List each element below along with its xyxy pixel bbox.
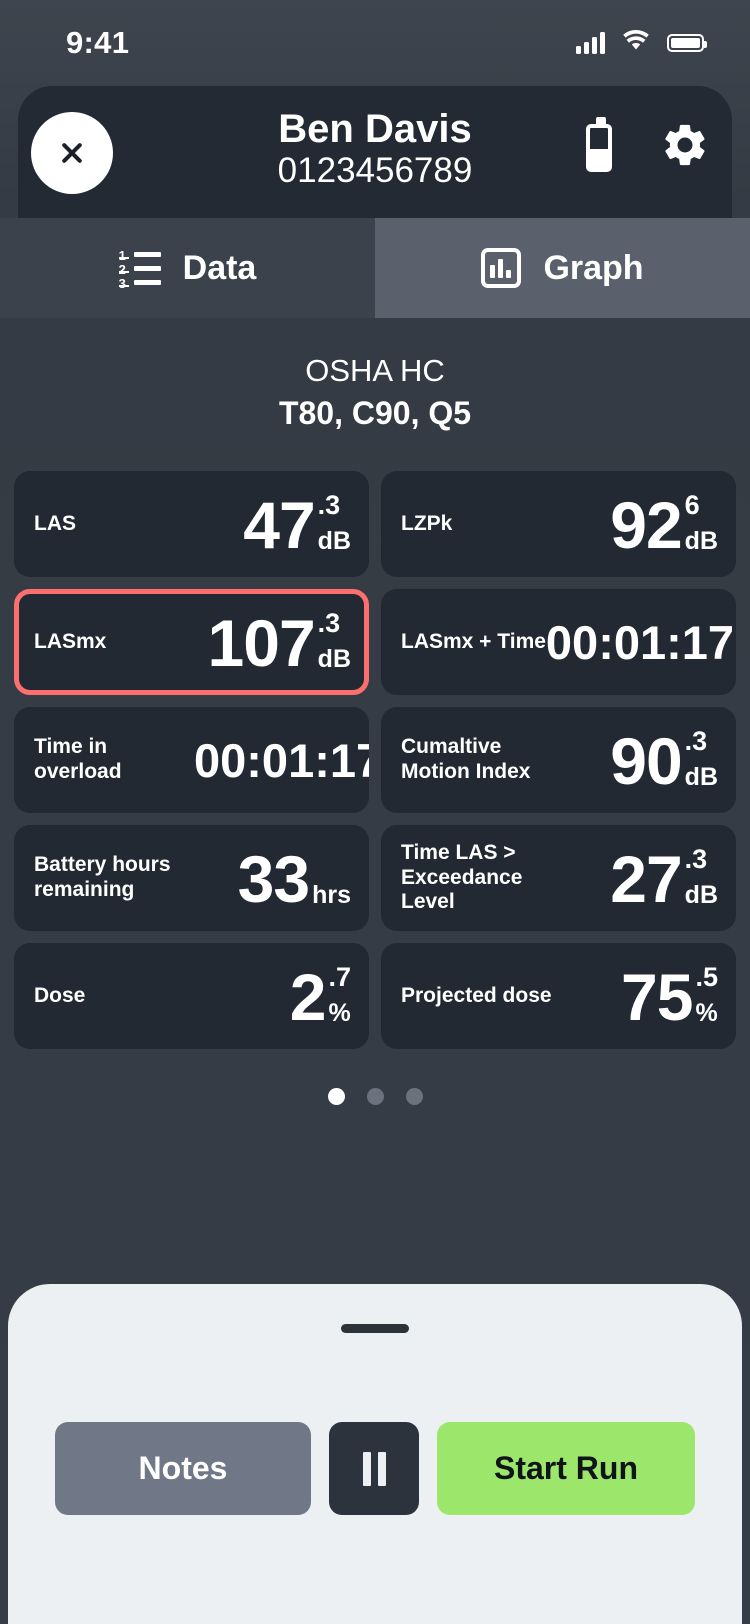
- metric-value-decimal: .3: [684, 726, 708, 757]
- metric-value-unit: %: [328, 999, 351, 1028]
- close-button[interactable]: [31, 112, 113, 194]
- device-battery-icon[interactable]: [586, 116, 612, 172]
- metric-value-suffix: .5 %: [695, 964, 718, 1028]
- metric-value-suffix: .7 %: [328, 964, 351, 1028]
- metric-value-decimal: 6: [684, 490, 700, 521]
- metrics-panel: OSHA HC T80, C90, Q5 LAS 47 .3 dB LZPk 9…: [0, 318, 750, 1050]
- pause-icon: [362, 1451, 386, 1486]
- metric-value: 33 hrs: [237, 842, 351, 917]
- metric-label: LAS: [34, 511, 76, 535]
- metric-value-unit: %: [695, 999, 718, 1028]
- metric-value: 47 .3 dB: [243, 488, 351, 563]
- metric-value-decimal: .7: [328, 962, 351, 993]
- header-actions: [586, 116, 710, 175]
- metric-card[interactable]: Battery hours remaining 33 hrs: [14, 825, 369, 932]
- metric-value-main: 00:01:17: [194, 733, 369, 787]
- metric-value: 27 .3 dB: [610, 842, 718, 917]
- metric-value: 00:01:17: [546, 619, 734, 666]
- metric-label: LZPk: [401, 511, 453, 535]
- metric-value-unit: dB: [684, 763, 718, 792]
- metric-label: LASmx: [34, 629, 107, 653]
- view-tabs: 1 2 3 Data Graph: [0, 218, 750, 318]
- metric-card[interactable]: Time in overload 00:01:17: [14, 707, 369, 814]
- metric-value-suffix: .3 dB: [318, 492, 351, 556]
- metric-label: Cumaltive Motion Index: [401, 735, 531, 784]
- pause-button[interactable]: [329, 1422, 419, 1515]
- status-bar-indicators: [576, 29, 707, 57]
- wifi-icon: [621, 29, 651, 57]
- notes-button[interactable]: Notes: [55, 1422, 311, 1515]
- standard-params: T80, C90, Q5: [278, 394, 472, 431]
- metric-value-suffix: hrs: [312, 846, 351, 910]
- metric-value-suffix: .3 dB: [318, 610, 351, 674]
- status-bar-time: 9:41: [66, 25, 130, 60]
- metric-value-unit: dB: [317, 645, 351, 674]
- page-indicator: [0, 1088, 750, 1105]
- tab-graph-label: Graph: [543, 248, 644, 287]
- metric-value: 00:01:17: [194, 737, 369, 784]
- metric-value: 75 .5 %: [621, 960, 718, 1035]
- metric-value-main: 92: [610, 488, 682, 563]
- metric-card[interactable]: Time LAS > Exceedance Level 27 .3 dB: [381, 825, 736, 932]
- metric-card[interactable]: Dose 2 .7 %: [14, 943, 369, 1050]
- metric-value-unit: hrs: [312, 881, 351, 910]
- status-bar: 9:41: [0, 0, 750, 86]
- metric-card[interactable]: LAS 47 .3 dB: [14, 471, 369, 578]
- metric-value-main: 00:01:17: [545, 615, 735, 669]
- metric-card[interactable]: Projected dose 75 .5 %: [381, 943, 736, 1050]
- metric-value-suffix: .3 dB: [685, 728, 718, 792]
- cellular-signal-icon: [576, 32, 605, 54]
- device-header: Ben Davis 0123456789: [18, 86, 732, 218]
- metric-value-suffix: .3 dB: [685, 846, 718, 910]
- metric-value-main: 107: [207, 606, 316, 681]
- page-dot-3[interactable]: [405, 1088, 423, 1105]
- metric-label: Dose: [34, 983, 86, 1007]
- bottom-sheet: Notes Start Run: [8, 1284, 742, 1624]
- metric-card[interactable]: LASmx + Time 00:01:17: [381, 589, 736, 696]
- page-dot-1[interactable]: [327, 1088, 345, 1105]
- metric-label: Time LAS > Exceedance Level: [401, 840, 523, 914]
- close-icon: [59, 140, 85, 166]
- metric-card-highlighted[interactable]: LASmx 107 .3 dB: [14, 589, 369, 696]
- bar-chart-icon: [481, 248, 522, 288]
- start-run-button[interactable]: Start Run: [437, 1422, 695, 1515]
- metric-value-unit: dB: [684, 527, 718, 556]
- metric-value: 92 6 dB: [610, 488, 718, 563]
- metric-value-suffix: 6 dB: [685, 492, 718, 556]
- metric-label: LASmx + Time: [401, 629, 546, 653]
- drag-handle[interactable]: [341, 1324, 409, 1333]
- tab-data-label: Data: [182, 248, 257, 287]
- metric-value: 2 .7 %: [289, 960, 351, 1035]
- metric-value-decimal: .5: [695, 962, 718, 993]
- metric-value-decimal: .3: [317, 490, 341, 521]
- action-bar: Notes Start Run: [8, 1422, 742, 1515]
- metric-value-main: 90: [610, 724, 682, 799]
- gear-icon[interactable]: [660, 120, 710, 175]
- metric-value-main: 2: [289, 960, 327, 1035]
- metric-value-decimal: .3: [684, 844, 708, 875]
- battery-full-icon: [667, 34, 707, 52]
- metric-label: Projected dose: [401, 983, 552, 1007]
- metric-value-unit: dB: [317, 527, 351, 556]
- metrics-grid: LAS 47 .3 dB LZPk 92 6 dB LASmx 107 .3 d…: [14, 471, 736, 1050]
- metric-value: 90 .3 dB: [610, 724, 718, 799]
- standard-name: OSHA HC: [305, 353, 445, 388]
- metric-value-main: 27: [610, 842, 682, 917]
- metric-value-main: 33: [237, 842, 310, 917]
- metric-value-unit: dB: [684, 881, 718, 910]
- metric-value: 107 .3 dB: [207, 606, 351, 681]
- metric-label: Time in overload: [34, 735, 122, 784]
- numbered-list-icon: 1 2 3: [118, 248, 161, 290]
- metric-card[interactable]: Cumaltive Motion Index 90 .3 dB: [381, 707, 736, 814]
- metric-label: Battery hours remaining: [34, 853, 171, 902]
- metric-value-decimal: .3: [317, 608, 341, 639]
- app-screen: 9:41 Ben Davis 0123456789 1 2 3 Data Gra…: [0, 0, 750, 1624]
- page-dot-2[interactable]: [366, 1088, 384, 1105]
- metric-value-main: 75: [621, 960, 693, 1035]
- tab-graph[interactable]: Graph: [375, 218, 750, 318]
- metric-card[interactable]: LZPk 92 6 dB: [381, 471, 736, 578]
- metric-value-main: 47: [243, 488, 315, 563]
- tab-data[interactable]: 1 2 3 Data: [0, 218, 375, 318]
- standard-info: OSHA HC T80, C90, Q5: [0, 318, 750, 435]
